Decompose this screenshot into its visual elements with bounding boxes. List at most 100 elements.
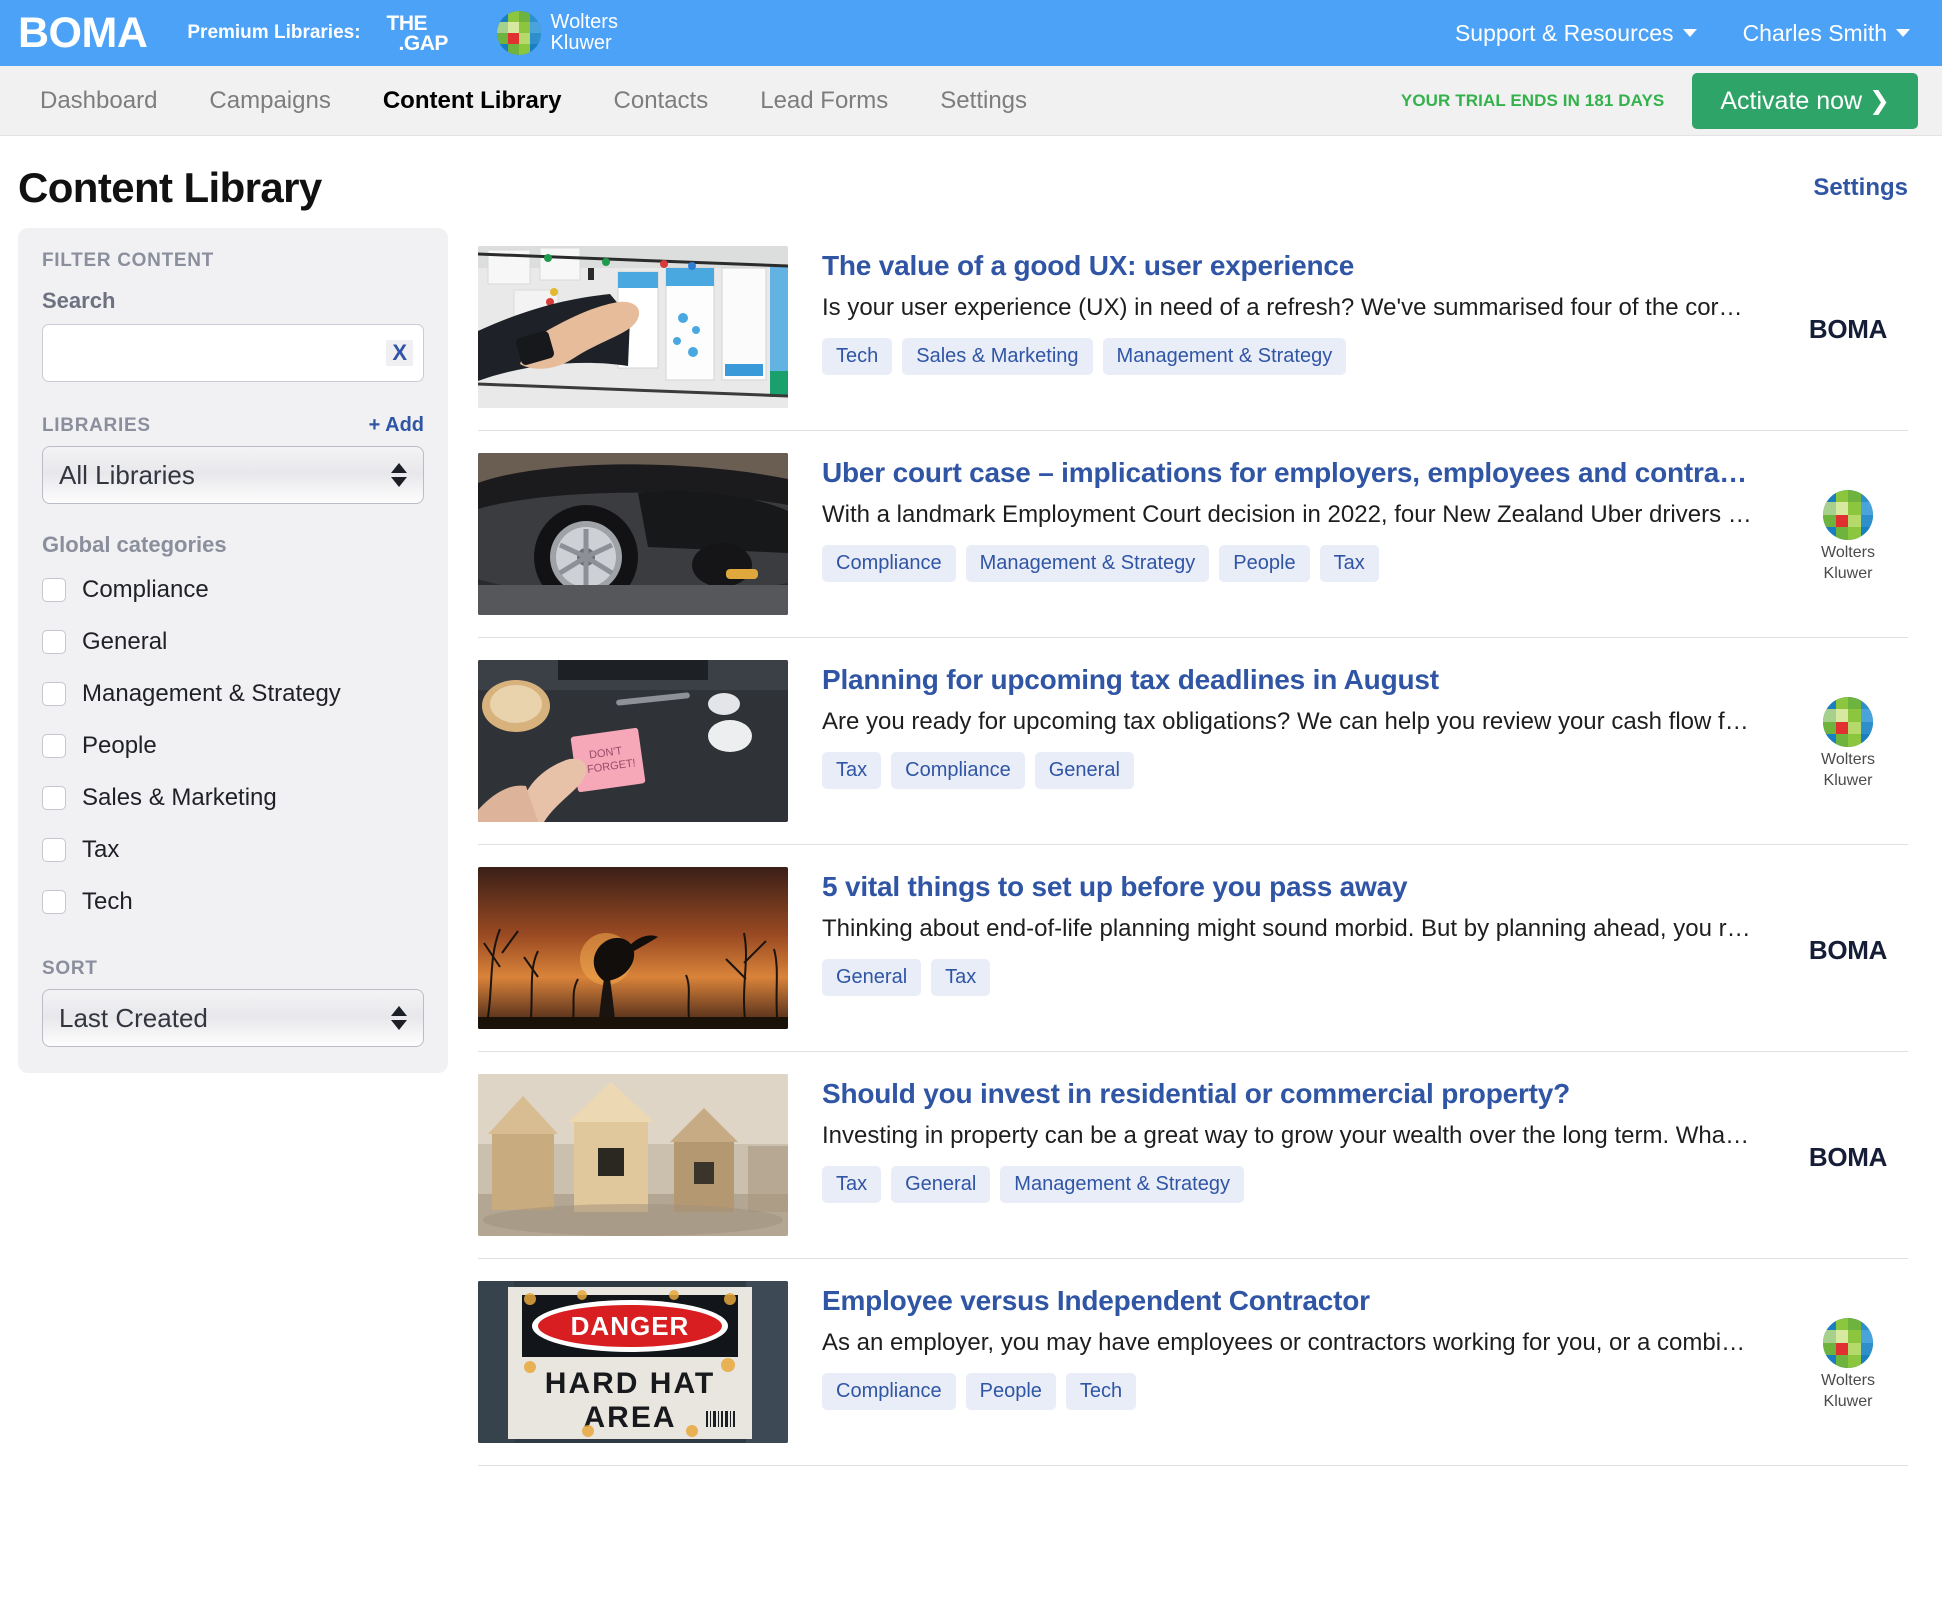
category-filter-tech[interactable]: Tech — [42, 876, 424, 928]
wolters-kluwer-mark-icon — [496, 11, 541, 55]
content-tag[interactable]: Tech — [1065, 1373, 1137, 1410]
search-clear-button[interactable]: X — [386, 340, 413, 366]
content-list-item[interactable]: DANGER HARD HAT AREA Employee versus Ind… — [478, 1259, 1908, 1466]
content-item-title[interactable]: Should you invest in residential or comm… — [822, 1078, 1754, 1110]
chevron-down-icon — [1896, 29, 1910, 37]
the-gap-logo-line2: .GAP — [398, 32, 449, 55]
content-tag[interactable]: Management & Strategy — [965, 545, 1210, 582]
content-tag[interactable]: Compliance — [891, 752, 1025, 789]
category-filter-sales-marketing[interactable]: Sales & Marketing — [42, 772, 424, 824]
content-tag[interactable]: Tech — [822, 338, 893, 375]
content-tag[interactable]: People — [965, 1373, 1056, 1410]
nav-item-dashboard[interactable]: Dashboard — [40, 87, 157, 115]
content-list-item[interactable]: The value of a good UX: user experience … — [478, 228, 1908, 431]
boma-brand-logo: BOMA — [1808, 313, 1888, 344]
sort-select[interactable]: Last Created — [42, 989, 424, 1047]
category-label: General — [82, 628, 168, 655]
content-thumbnail-wooden-houses[interactable] — [478, 1074, 788, 1236]
boma-logo[interactable]: BOMA — [18, 11, 148, 55]
content-tag[interactable]: General — [891, 1166, 991, 1203]
content-thumbnail-danger-hard-hat-area-sign[interactable]: DANGER HARD HAT AREA — [478, 1281, 788, 1443]
content-tag[interactable]: General — [822, 959, 922, 996]
content-tag[interactable]: General — [1034, 752, 1134, 789]
content-item-tags: Tax General Management & Strategy — [822, 1166, 1754, 1203]
libraries-header-row: LIBRARIES + Add — [42, 414, 424, 437]
content-tag[interactable]: People — [1219, 545, 1310, 582]
main-layout: FILTER CONTENT Search X LIBRARIES + Add … — [0, 218, 1942, 1466]
content-tag[interactable]: Compliance — [822, 1373, 956, 1410]
wolters-kluwer-mark-icon — [1823, 1317, 1873, 1368]
checkbox-icon[interactable] — [42, 630, 66, 654]
category-filter-compliance[interactable]: Compliance — [42, 564, 424, 616]
nav-item-campaigns[interactable]: Campaigns — [209, 87, 330, 115]
content-item-brand: BOMA — [1788, 931, 1908, 966]
wolters-kluwer-mark-icon — [1823, 696, 1873, 747]
content-thumbnail-sunset-bird[interactable] — [478, 867, 788, 1029]
content-item-description: Is your user experience (UX) in need of … — [822, 294, 1754, 321]
content-item-title[interactable]: Employee versus Independent Contractor — [822, 1285, 1754, 1317]
checkbox-icon[interactable] — [42, 838, 66, 862]
wolters-kluwer-line1: Wolters — [550, 11, 618, 33]
category-filter-management-strategy[interactable]: Management & Strategy — [42, 668, 424, 720]
search-input[interactable] — [43, 325, 423, 381]
sort-heading: SORT — [42, 958, 98, 979]
content-tag[interactable]: Management & Strategy — [1102, 338, 1347, 375]
svg-text:AREA: AREA — [583, 1401, 676, 1434]
content-item-description: Thinking about end-of-life planning migh… — [822, 915, 1754, 942]
content-item-brand: Wolters Kluwer — [1788, 1314, 1908, 1411]
content-tag[interactable]: Tax — [822, 752, 882, 789]
nav-item-lead-forms[interactable]: Lead Forms — [760, 87, 888, 115]
content-item-brand: BOMA — [1788, 310, 1908, 345]
nav-item-contacts[interactable]: Contacts — [614, 87, 709, 115]
content-item-body: 5 vital things to set up before you pass… — [822, 867, 1754, 996]
stepper-arrows-icon — [391, 1006, 407, 1030]
add-library-link[interactable]: + Add — [369, 414, 424, 437]
content-tag[interactable]: Tax — [822, 1166, 882, 1203]
wolters-kluwer-caption-line2: Kluwer — [1823, 772, 1873, 789]
content-tag[interactable]: Management & Strategy — [1000, 1166, 1244, 1203]
content-thumbnail-ux-sticky-notes-wall[interactable] — [478, 246, 788, 408]
main-navigation-bar: Dashboard Campaigns Content Library Cont… — [0, 66, 1942, 136]
content-item-body: Planning for upcoming tax deadlines in A… — [822, 660, 1754, 789]
content-tag[interactable]: Tax — [1319, 545, 1379, 582]
checkbox-icon[interactable] — [42, 682, 66, 706]
content-list-item[interactable]: Should you invest in residential or comm… — [478, 1052, 1908, 1259]
category-label: Compliance — [82, 576, 209, 603]
checkbox-icon[interactable] — [42, 786, 66, 810]
nav-item-content-library[interactable]: Content Library — [383, 87, 562, 115]
nav-item-settings[interactable]: Settings — [940, 87, 1027, 115]
content-item-body: Employee versus Independent Contractor A… — [822, 1281, 1754, 1410]
content-thumbnail-car-wheel[interactable] — [478, 453, 788, 615]
wolters-kluwer-mark-icon — [1823, 489, 1873, 540]
checkbox-icon[interactable] — [42, 890, 66, 914]
content-list-item[interactable]: DON'T FORGET! Planning for upcoming tax … — [478, 638, 1908, 845]
activate-now-button[interactable]: Activate now ❯ — [1692, 72, 1918, 129]
content-tag[interactable]: Compliance — [822, 545, 956, 582]
category-filter-general[interactable]: General — [42, 616, 424, 668]
support-resources-menu[interactable]: Support & Resources — [1455, 20, 1697, 47]
content-item-title[interactable]: Uber court case – implications for emplo… — [822, 457, 1754, 489]
category-label: Management & Strategy — [82, 680, 341, 707]
content-list-item[interactable]: Uber court case – implications for emplo… — [478, 431, 1908, 638]
content-list-item[interactable]: 5 vital things to set up before you pass… — [478, 845, 1908, 1052]
content-item-title[interactable]: 5 vital things to set up before you pass… — [822, 871, 1754, 903]
category-filter-tax[interactable]: Tax — [42, 824, 424, 876]
search-field-wrapper: X — [42, 324, 424, 382]
content-tag[interactable]: Sales & Marketing — [902, 338, 1093, 375]
content-tag[interactable]: Tax — [931, 959, 991, 996]
checkbox-icon[interactable] — [42, 578, 66, 602]
category-filter-people[interactable]: People — [42, 720, 424, 772]
content-item-title[interactable]: The value of a good UX: user experience — [822, 250, 1754, 282]
content-item-body: Should you invest in residential or comm… — [822, 1074, 1754, 1203]
library-select[interactable]: All Libraries — [42, 446, 424, 504]
content-item-body: Uber court case – implications for emplo… — [822, 453, 1754, 582]
content-item-title[interactable]: Planning for upcoming tax deadlines in A… — [822, 664, 1754, 696]
content-item-description: Are you ready for upcoming tax obligatio… — [822, 708, 1754, 735]
page-settings-link[interactable]: Settings — [1813, 174, 1908, 202]
wolters-kluwer-logo: Wolters Kluwer — [496, 11, 618, 55]
checkbox-icon[interactable] — [42, 734, 66, 758]
user-account-menu[interactable]: Charles Smith — [1743, 20, 1910, 47]
trial-status-text: YOUR TRIAL ENDS IN 181 DAYS — [1400, 90, 1665, 110]
boma-brand-logo: BOMA — [1808, 934, 1888, 965]
content-thumbnail-desk-sticky-note[interactable]: DON'T FORGET! — [478, 660, 788, 822]
